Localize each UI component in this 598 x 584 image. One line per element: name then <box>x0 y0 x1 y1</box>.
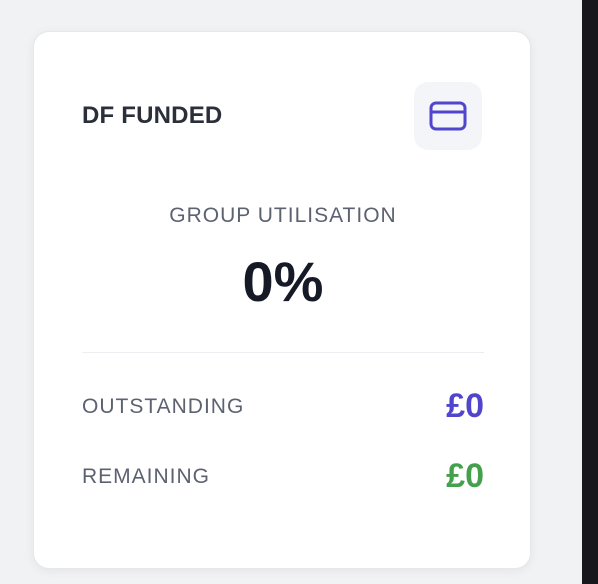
df-funded-card: DF FUNDED GROUP UTILISATION 0% OUTSTANDI… <box>33 31 531 569</box>
window-edge <box>582 0 598 584</box>
stat-row-outstanding: OUTSTANDING £0 <box>82 387 484 427</box>
outstanding-value: £0 <box>446 387 484 425</box>
credit-card-icon <box>414 82 482 150</box>
group-utilisation-label: GROUP UTILISATION <box>169 204 397 227</box>
card-title: DF FUNDED <box>82 102 223 129</box>
outstanding-label: OUTSTANDING <box>82 395 245 418</box>
stat-row-remaining: REMAINING £0 <box>82 457 484 497</box>
group-utilisation-value: 0% <box>242 250 324 313</box>
remaining-label: REMAINING <box>82 465 211 488</box>
divider <box>82 352 484 353</box>
remaining-value: £0 <box>446 457 484 495</box>
page: DF FUNDED GROUP UTILISATION 0% OUTSTANDI… <box>0 0 598 584</box>
